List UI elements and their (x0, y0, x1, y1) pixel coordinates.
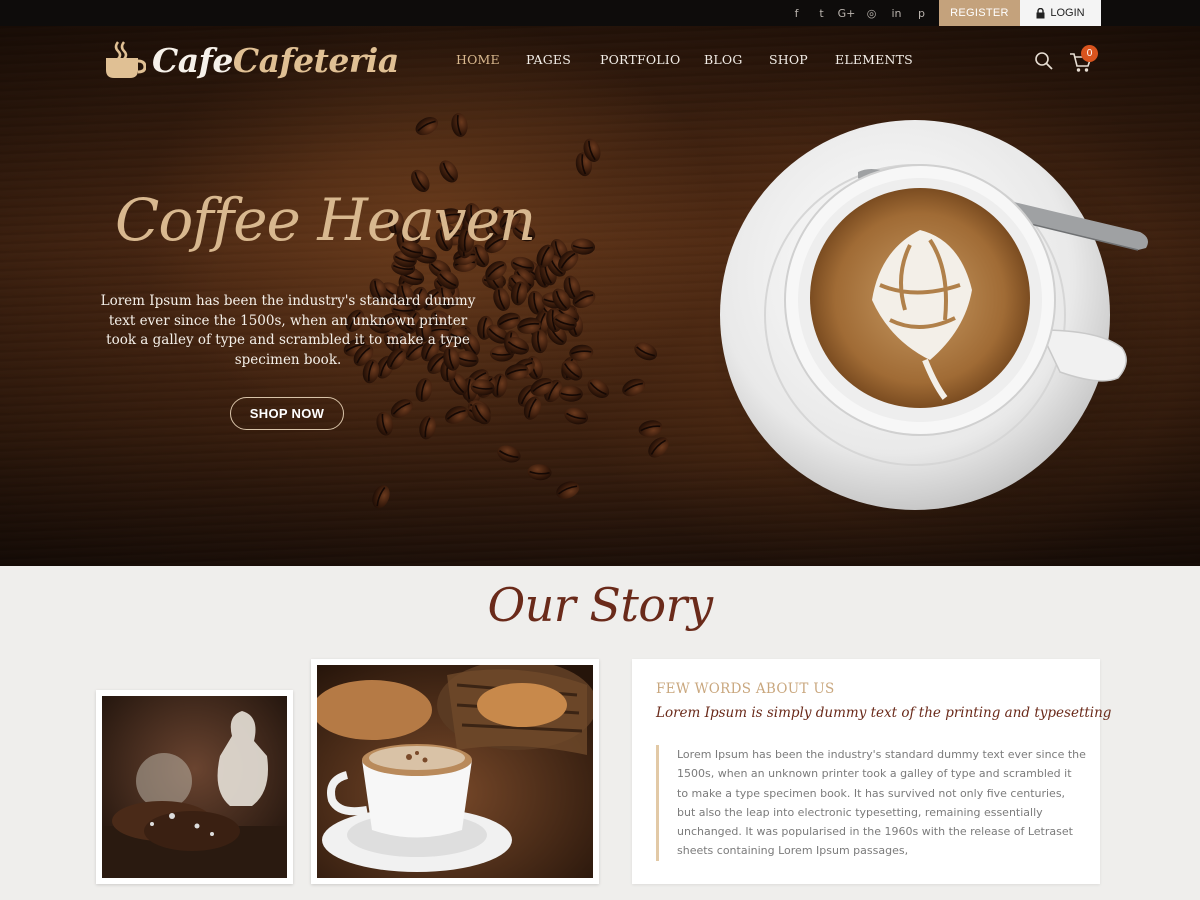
cookies-image (102, 696, 287, 878)
google-plus-icon[interactable]: G+ (834, 7, 859, 20)
about-heading: FEW WORDS ABOUT US (656, 681, 835, 697)
logo-text-part1: Cafe (152, 40, 233, 80)
about-text: Lorem Ipsum has been the industry's stan… (656, 745, 1086, 861)
logo[interactable]: CafeCafeteria (104, 34, 399, 86)
nav-pages[interactable]: PAGES (526, 52, 571, 67)
shop-now-button[interactable]: SHOP NOW (230, 397, 344, 430)
cappuccino-photo (311, 659, 599, 884)
coffee-cup-logo-icon (106, 41, 146, 78)
cappuccino-image (317, 665, 593, 878)
about-card: FEW WORDS ABOUT US Lorem Ipsum is simply… (632, 659, 1111, 884)
pinterest-icon[interactable]: p (909, 7, 934, 20)
login-label: LOGIN (1050, 7, 1085, 19)
cookies-photo (96, 690, 293, 884)
hero-description: Lorem Ipsum has been the industry's stan… (100, 293, 476, 368)
nav-home[interactable]: HOME (456, 52, 500, 67)
cart-count-badge: 0 (1081, 45, 1098, 62)
lock-icon (1036, 7, 1045, 18)
hero-title: Coffee Heaven (115, 186, 536, 254)
logo-text: CafeCafeteria (152, 41, 399, 80)
nav-shop[interactable]: SHOP (769, 52, 808, 67)
about-subheading: Lorem Ipsum is simply dummy text of the … (656, 705, 1112, 721)
linkedin-icon[interactable]: in (884, 7, 909, 20)
social-links: f t G+ ◎ in p (784, 0, 934, 26)
nav-blog[interactable]: BLOG (704, 52, 743, 67)
instagram-icon[interactable]: ◎ (859, 7, 884, 20)
login-button[interactable]: LOGIN (1020, 0, 1101, 26)
register-button[interactable]: REGISTER (939, 0, 1020, 26)
search-icon[interactable] (1034, 51, 1054, 71)
twitter-icon[interactable]: t (809, 7, 834, 20)
nav-elements[interactable]: ELEMENTS (835, 52, 913, 67)
logo-text-part2: Cafeteria (232, 40, 399, 80)
section-title: Our Story (487, 578, 713, 632)
facebook-icon[interactable]: f (784, 7, 809, 20)
nav-portfolio[interactable]: PORTFOLIO (600, 52, 680, 67)
